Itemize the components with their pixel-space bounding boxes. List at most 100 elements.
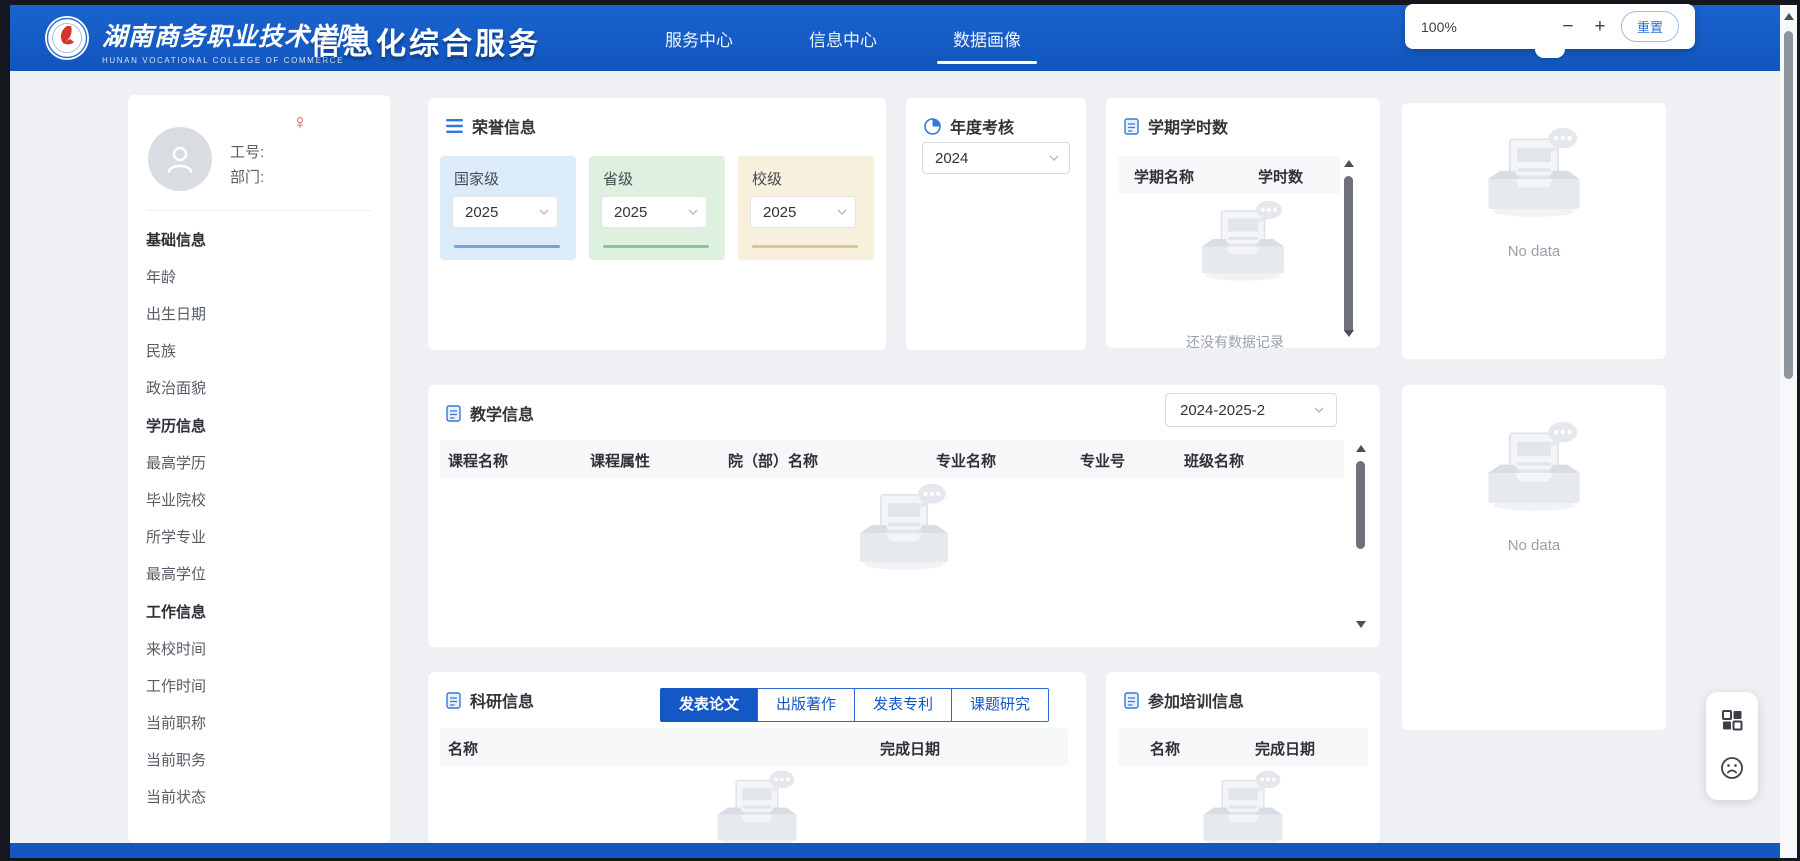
chevron-down-icon [688,209,698,215]
honor-tile-school-label: 校级 [752,171,783,188]
sidebar-item-arrival-time[interactable]: 来校时间 [146,639,376,660]
nav-info-center[interactable]: 信息中心 [809,26,877,51]
chevron-down-icon [539,209,549,215]
teaching-term-value: 2024-2025-2 [1180,401,1266,419]
avatar [148,127,212,191]
female-gender-icon: ♀ [292,111,308,134]
zoom-control-panel: 100% − + 重置 [1405,4,1695,58]
sidebar-item-birthdate[interactable]: 出生日期 [146,304,376,325]
profile-sidebar: ♀ 工号: 部门: 基础信息 年龄 出生日期 民族 政治面貌 学历信息 最高学历… [128,95,390,843]
grid-apps-icon[interactable] [1720,708,1744,732]
col-course-name: 课程名称 [448,453,509,470]
honor-school-year-select[interactable]: 2025 [750,196,856,228]
annual-assessment-card: 年度考核 2024 [906,98,1086,350]
sidebar-item-age[interactable]: 年龄 [146,267,376,288]
honor-card-header: 荣誉信息 [446,114,536,138]
empty-text: 还没有数据记录 [1186,334,1284,348]
assessment-year-select[interactable]: 2024 [922,142,1070,174]
sidebar-section-basic: 基础信息 [146,232,207,249]
nav-data-portrait[interactable]: 数据画像 [937,26,1037,64]
sidebar-item-political-status[interactable]: 政治面貌 [146,378,376,399]
semester-table-header: 学期名称 学时数 [1118,156,1340,194]
research-table-header: 名称 完成日期 [440,728,1068,766]
col-course-attribute: 课程属性 [590,453,651,470]
col-semester-name: 学期名称 [1134,169,1195,186]
scroll-up-arrow-icon[interactable] [1356,445,1366,452]
empty-box-illustration [1201,200,1285,281]
teaching-info-card: 教学信息 2024-2025-2 课程名称 课程属性 院（部）名称 专业名称 专… [428,385,1380,647]
sidebar-item-ethnicity[interactable]: 民族 [146,341,376,362]
card-scrollbar-thumb[interactable] [1344,176,1353,334]
tab-published-papers[interactable]: 发表论文 [660,688,758,722]
teaching-table-header: 课程名称 课程属性 院（部）名称 专业名称 专业号 班级名称 [440,440,1344,478]
zoom-out-button[interactable]: − [1555,14,1581,40]
sidebar-item-current-status[interactable]: 当前状态 [146,787,376,808]
research-tabs: 发表论文 出版著作 发表专利 课题研究 [660,688,1049,722]
tab-research-projects[interactable]: 课题研究 [951,688,1049,722]
honor-tile-provincial: 省级 2025 [589,156,725,260]
tab-published-patents[interactable]: 发表专利 [854,688,952,722]
col-name: 名称 [1150,741,1181,758]
app-window: 湖南商务职业技术学院 HUNAN VOCATIONAL COLLEGE OF C… [0,0,1800,861]
no-data-card-top: No data [1402,103,1666,359]
sidebar-item-highest-education[interactable]: 最高学历 [146,453,376,474]
empty-state [705,768,809,843]
col-completion-date: 完成日期 [1255,741,1316,758]
teaching-card-header: 教学信息 [446,401,534,425]
sidebar-item-major-studied[interactable]: 所学专业 [146,527,376,548]
tab-published-books[interactable]: 出版著作 [757,688,855,722]
no-data-label: No data [1507,243,1561,260]
tile-accent-bar [603,245,709,248]
person-icon [167,146,193,174]
honor-national-year-select[interactable]: 2025 [452,196,558,228]
col-college-name: 院（部）名称 [728,453,819,470]
sidebar-item-current-title[interactable]: 当前职称 [146,713,376,734]
zoom-in-button[interactable]: + [1587,14,1613,40]
card-scrollbar-thumb[interactable] [1356,461,1365,549]
sidebar-item-work-time[interactable]: 工作时间 [146,676,376,697]
sad-face-icon[interactable] [1720,756,1744,780]
scroll-down-arrow-icon[interactable] [1356,621,1366,628]
tile-accent-bar [752,245,858,248]
sidebar-item-graduate-school[interactable]: 毕业院校 [146,490,376,511]
honor-tile-school: 校级 2025 [738,156,874,260]
page-scrollbar[interactable] [1780,5,1797,858]
bottom-blue-strip [10,843,1780,858]
sidebar-item-current-position[interactable]: 当前职务 [146,750,376,771]
page-scrollbar-thumb[interactable] [1784,31,1793,379]
assessment-year-value: 2024 [935,149,969,167]
no-data-card-bottom: No data [1402,385,1666,730]
scroll-up-arrow-icon[interactable] [1344,160,1354,167]
honor-card-title: 荣誉信息 [472,120,537,137]
chevron-down-icon [1314,407,1324,413]
col-class-name: 班级名称 [1184,453,1245,470]
col-major-number: 专业号 [1080,453,1126,470]
chevron-down-icon [1049,155,1059,161]
sidebar-section-education: 学历信息 [146,418,207,435]
assessment-card-header: 年度考核 [924,114,1014,138]
zoom-buttons: − + [1555,14,1613,40]
col-hours: 学时数 [1258,169,1304,186]
honor-info-card: 荣誉信息 国家级 2025 省级 2025 校级 2025 [428,98,886,350]
teaching-term-select[interactable]: 2024-2025-2 [1165,393,1337,427]
reset-button[interactable]: 重置 [1620,11,1679,42]
scroll-up-arrow-icon[interactable] [1784,13,1794,20]
honor-tile-national-label: 国家级 [454,171,500,188]
department-label: 部门: [230,169,265,186]
training-info-card: 参加培训信息 名称 完成日期 [1106,672,1380,843]
honor-provincial-year-select[interactable]: 2025 [601,196,707,228]
empty-box-illustration [1488,128,1580,217]
training-table-header: 名称 完成日期 [1118,728,1368,766]
assessment-card-title: 年度考核 [950,120,1015,137]
document-icon [1124,691,1139,709]
empty-state [1474,125,1594,219]
semester-card-header: 学期学时数 [1124,114,1228,138]
sidebar-item-highest-degree[interactable]: 最高学位 [146,564,376,585]
document-icon [1124,117,1139,135]
panel-collapse-handle[interactable] [1535,49,1565,58]
research-card-title: 科研信息 [470,694,535,711]
honor-tiles: 国家级 2025 省级 2025 校级 2025 [440,156,874,260]
no-data-label: No data [1507,537,1561,554]
research-card-header: 科研信息 [446,688,534,712]
nav-service-center[interactable]: 服务中心 [665,26,733,51]
